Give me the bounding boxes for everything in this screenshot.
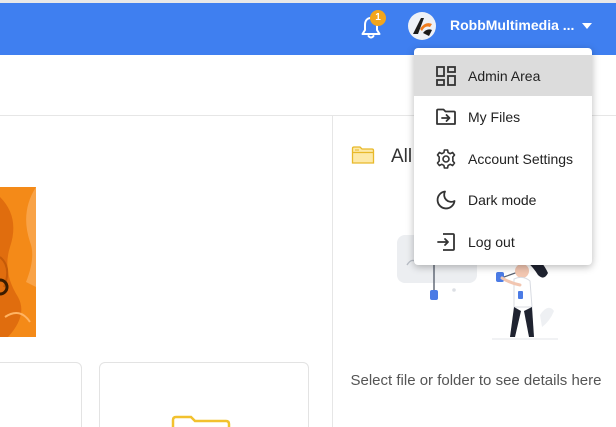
details-panel-title: All: [391, 146, 413, 167]
app-window: 1 RobbMultimedia ... All Select file or …: [0, 0, 616, 427]
moon-icon: [435, 189, 457, 211]
gear-icon: [435, 148, 457, 170]
menu-item-label: Account Settings: [468, 150, 574, 167]
menu-item-label: My Files: [468, 108, 521, 125]
top-navigation-bar: 1 RobbMultimedia ...: [0, 0, 616, 55]
panel-divider: [332, 116, 333, 427]
menu-item-log-out[interactable]: Log out: [414, 221, 592, 262]
folder-outline-icon: [351, 145, 375, 165]
menu-item-label: Dark mode: [468, 191, 537, 208]
menu-item-dark-mode[interactable]: Dark mode: [414, 179, 592, 220]
menu-item-my-files[interactable]: My Files: [414, 96, 592, 137]
menu-item-admin-area[interactable]: Admin Area: [414, 55, 592, 96]
menu-item-label: Admin Area: [468, 67, 541, 84]
window-edge: [0, 0, 616, 3]
folder-icon: [171, 414, 231, 427]
username-label[interactable]: RobbMultimedia ...: [450, 17, 574, 33]
notification-count-badge[interactable]: 1: [370, 10, 386, 26]
menu-item-account-settings[interactable]: Account Settings: [414, 138, 592, 179]
menu-item-label: Log out: [468, 233, 515, 250]
dashboard-icon: [435, 65, 457, 87]
folder-arrow-icon: [435, 106, 457, 128]
user-avatar[interactable]: [408, 12, 436, 40]
file-card[interactable]: [0, 362, 82, 427]
image-thumbnail[interactable]: [0, 187, 36, 337]
user-account-menu: Admin Area My Files Account Settings Dar…: [414, 48, 592, 265]
caret-down-icon[interactable]: [582, 23, 592, 29]
empty-selection-hint: Select file or folder to see details her…: [350, 372, 602, 389]
logout-icon: [435, 231, 457, 253]
